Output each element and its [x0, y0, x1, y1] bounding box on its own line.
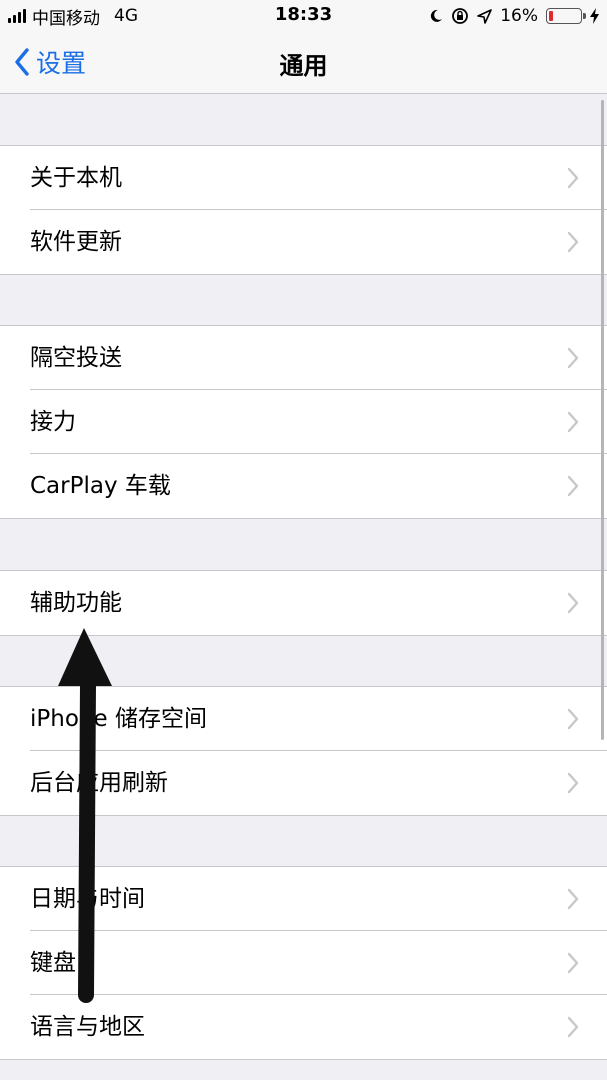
chevron-right-icon [567, 592, 579, 614]
settings-row-label: 隔空投送 [30, 345, 122, 371]
settings-row[interactable]: 隔空投送 [0, 326, 607, 390]
page-title: 通用 [279, 52, 328, 80]
charging-icon [590, 8, 599, 24]
status-bar: 中国移动 4G 18:33 16% [0, 0, 607, 32]
chevron-right-icon [567, 708, 579, 730]
settings-row-label: 后台应用刷新 [30, 770, 168, 796]
location-icon [477, 8, 493, 24]
chevron-right-icon [567, 167, 579, 189]
chevron-right-icon [567, 888, 579, 910]
chevron-right-icon [567, 772, 579, 794]
settings-row[interactable]: 接力 [0, 390, 607, 454]
settings-row[interactable]: CarPlay 车载 [0, 454, 607, 518]
scrollbar[interactable] [601, 100, 604, 740]
chevron-right-icon [567, 1016, 579, 1038]
navigation-bar: 设置 通用 [0, 32, 607, 94]
battery-icon [546, 8, 586, 24]
chevron-right-icon [567, 231, 579, 253]
settings-group: 辅助功能 [0, 570, 607, 636]
settings-row[interactable]: 软件更新 [0, 210, 607, 274]
settings-row[interactable]: 关于本机 [0, 146, 607, 210]
chevron-right-icon [567, 952, 579, 974]
settings-row-label: 键盘 [30, 950, 76, 976]
settings-row-label: 接力 [30, 409, 76, 435]
settings-row[interactable]: 辅助功能 [0, 571, 607, 635]
status-right: 16% [429, 4, 599, 28]
settings-row[interactable]: 日期与时间 [0, 867, 607, 931]
settings-group: 日期与时间键盘语言与地区 [0, 866, 607, 1060]
moon-icon [431, 9, 443, 22]
settings-row-label: iPhone 储存空间 [30, 706, 207, 732]
settings-row[interactable]: 语言与地区 [0, 995, 607, 1059]
settings-row[interactable]: 键盘 [0, 931, 607, 995]
settings-row-label: 软件更新 [30, 229, 122, 255]
settings-row-label: 语言与地区 [30, 1014, 145, 1040]
settings-group: iPhone 储存空间 后台应用刷新 [0, 686, 607, 816]
settings-row[interactable]: 后台应用刷新 [0, 751, 607, 815]
settings-group: 关于本机 软件更新 [0, 145, 607, 275]
settings-row-label: 日期与时间 [30, 886, 145, 912]
settings-row-label: 关于本机 [30, 165, 122, 191]
rotation-lock-icon [452, 8, 469, 24]
settings-row-label: CarPlay 车载 [30, 473, 171, 499]
settings-group: 隔空投送接力 CarPlay 车载 [0, 325, 607, 519]
chevron-right-icon [567, 475, 579, 497]
battery-percent: 16% [500, 6, 538, 26]
chevron-right-icon [567, 411, 579, 433]
chevron-right-icon [567, 347, 579, 369]
settings-row-label: 辅助功能 [30, 590, 122, 616]
settings-row[interactable]: iPhone 储存空间 [0, 687, 607, 751]
